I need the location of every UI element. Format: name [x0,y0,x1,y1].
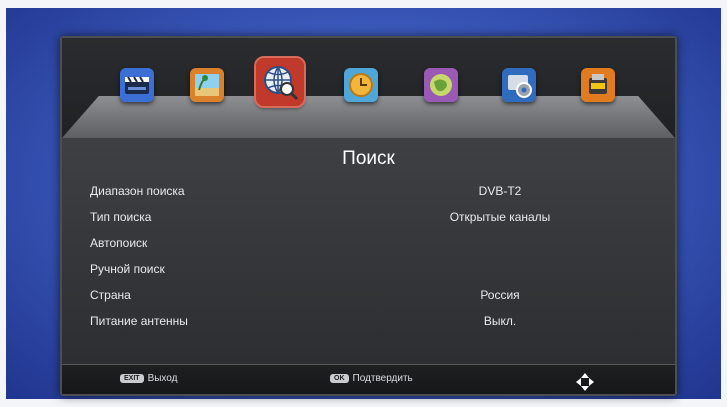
setting-value: Выкл. [483,314,517,328]
setting-label: Питание антенны [90,314,188,328]
setting-label: Страна [90,288,131,302]
ok-key: OK [330,374,349,383]
frame-bottom-edge [0,399,727,407]
setting-value: Открытые каналы [449,210,551,224]
footer-bar: EXIT Выход OK Подтвердить [62,364,675,394]
setting-row-search-type[interactable]: Тип поиска Открытые каналы [90,210,650,230]
setting-label: Тип поиска [90,210,152,224]
picture-icon[interactable] [190,68,224,102]
setting-value: Россия [480,288,520,302]
time-icon[interactable] [344,68,378,102]
frame-left-edge [0,0,6,407]
ok-label: Подтвердить [352,373,413,384]
setting-value: DVB-T2 [478,184,522,198]
channel-search-icon[interactable] [254,56,306,108]
setting-row-auto-search[interactable]: Автопоиск [90,236,650,256]
tv-screen: Поиск Диапазон поиска DVB-T2 Тип поиска … [60,36,677,396]
exit-key: EXIT [120,374,144,383]
system-settings-icon[interactable] [502,68,536,102]
navigation-arrows-icon [574,371,596,393]
page-title: Поиск [342,148,395,169]
media-player-icon[interactable] [120,68,154,102]
menu-shelf [62,96,675,138]
option-icon[interactable] [424,68,458,102]
frame-top-edge [0,0,727,8]
setting-label: Диапазон поиска [90,184,185,198]
setting-label: Автопоиск [90,236,148,250]
frame-right-edge [721,0,727,407]
setting-row-country[interactable]: Страна Россия [90,288,650,308]
exit-label: Выход [147,373,178,384]
usb-icon[interactable] [581,68,615,102]
exit-hint[interactable]: EXIT Выход [120,373,177,384]
search-panel: Поиск Диапазон поиска DVB-T2 Тип поиска … [62,138,675,364]
confirm-hint[interactable]: OK Подтвердить [330,373,413,384]
setting-row-manual-search[interactable]: Ручной поиск [90,262,650,282]
menu-bar [62,38,675,138]
setting-row-antenna-power[interactable]: Питание антенны Выкл. [90,314,650,334]
setting-label: Ручной поиск [90,262,165,276]
setting-row-search-range[interactable]: Диапазон поиска DVB-T2 [90,184,650,204]
